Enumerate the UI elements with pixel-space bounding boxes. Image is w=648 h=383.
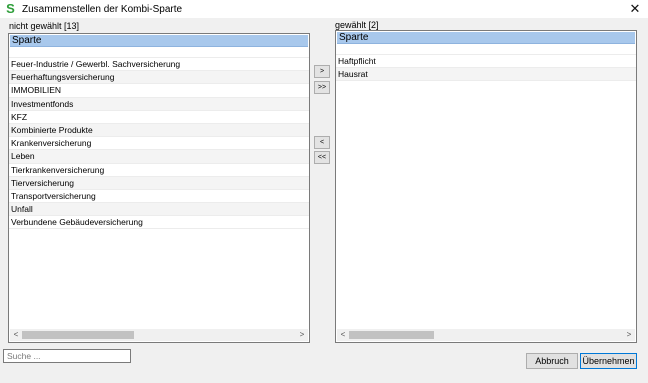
remove-selected-button[interactable]: <: [314, 136, 330, 149]
add-all-button[interactable]: >>: [314, 81, 330, 94]
app-logo-icon: S: [6, 1, 15, 16]
list-item[interactable]: IMMOBILIEN: [9, 84, 309, 98]
available-list-header[interactable]: Sparte: [10, 35, 308, 47]
selected-list[interactable]: Sparte Haftpflicht Hausrat < >: [335, 30, 637, 343]
selected-rows: Haftpflicht Hausrat: [336, 55, 636, 82]
scroll-track[interactable]: [22, 331, 296, 339]
scroll-right-arrow-icon[interactable]: >: [296, 329, 308, 341]
list-item[interactable]: KFZ: [9, 111, 309, 124]
list-item[interactable]: Hausrat: [336, 68, 636, 82]
scroll-left-arrow-icon[interactable]: <: [337, 329, 349, 341]
list-empty-row: [336, 44, 636, 55]
scroll-left-arrow-icon[interactable]: <: [10, 329, 22, 341]
remove-all-button[interactable]: <<: [314, 151, 330, 164]
list-item[interactable]: Kombinierte Produkte: [9, 123, 309, 138]
list-item[interactable]: Unfall: [9, 203, 309, 217]
scroll-thumb[interactable]: [349, 331, 434, 339]
list-item[interactable]: Haftpflicht: [336, 55, 636, 69]
list-item[interactable]: Investmentfonds: [9, 97, 309, 111]
scroll-track[interactable]: [349, 331, 623, 339]
add-selected-button[interactable]: >: [314, 65, 330, 78]
cancel-button[interactable]: Abbruch: [526, 353, 578, 369]
list-item[interactable]: Krankenversicherung: [9, 137, 309, 151]
list-item[interactable]: Verbundene Gebäudeversicherung: [9, 216, 309, 230]
available-rows: Feuer-Industrie / Gewerbl. Sachversicher…: [9, 58, 309, 230]
left-list-label: nicht gewählt [13]: [9, 21, 80, 31]
selected-list-header[interactable]: Sparte: [337, 32, 635, 44]
list-item[interactable]: Leben: [9, 150, 309, 164]
list-item[interactable]: Tierkrankenversicherung: [9, 164, 309, 177]
list-item[interactable]: Feuer-Industrie / Gewerbl. Sachversicher…: [9, 58, 309, 72]
available-list[interactable]: Sparte Feuer-Industrie / Gewerbl. Sachve…: [8, 33, 310, 343]
list-item[interactable]: Transportversicherung: [9, 190, 309, 204]
title-bar: S Zusammenstellen der Kombi-Sparte ✕: [0, 0, 648, 18]
window-title: Zusammenstellen der Kombi-Sparte: [22, 3, 183, 15]
scroll-thumb[interactable]: [22, 331, 134, 339]
list-empty-row: [9, 47, 309, 58]
search-input[interactable]: [3, 349, 131, 363]
list-item[interactable]: Tierversicherung: [9, 176, 309, 190]
apply-button[interactable]: Übernehmen: [580, 353, 637, 369]
selected-list-hscrollbar[interactable]: < >: [337, 329, 635, 341]
list-item[interactable]: Feuerhaftungsversicherung: [9, 71, 309, 85]
close-button[interactable]: ✕: [622, 0, 648, 18]
scroll-right-arrow-icon[interactable]: >: [623, 329, 635, 341]
right-list-label: gewählt [2]: [335, 20, 379, 30]
available-list-hscrollbar[interactable]: < >: [10, 329, 308, 341]
